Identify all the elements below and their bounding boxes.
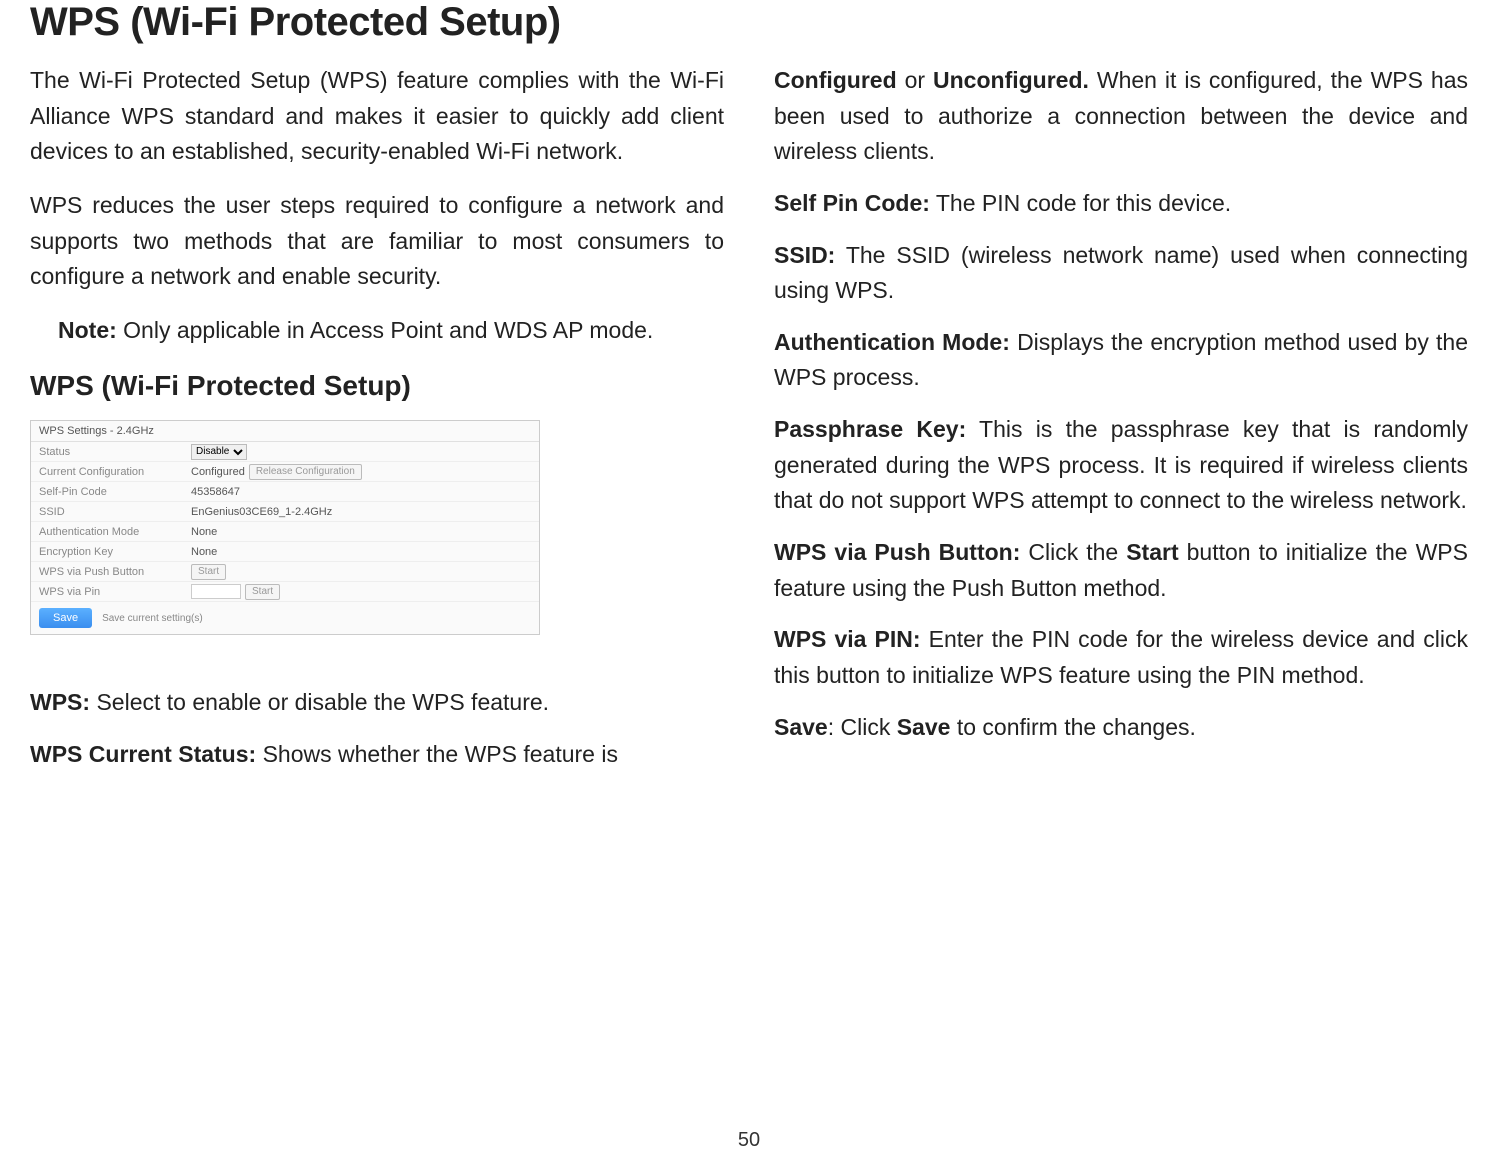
- row-ssid: SSID EnGenius03CE69_1-2.4GHz: [31, 502, 539, 522]
- ssid-label: SSID: [31, 506, 191, 518]
- def-push-button: WPS via Push Button: Click the Start but…: [774, 535, 1468, 606]
- section-heading: WPS (Wi-Fi Protected Setup): [30, 370, 724, 402]
- def-wps-label: WPS:: [30, 689, 90, 715]
- auth-mode-label: Authentication Mode: [31, 526, 191, 538]
- push-button-label: WPS via Push Button: [31, 566, 191, 578]
- left-column: The Wi-Fi Protected Setup (WPS) feature …: [30, 63, 724, 773]
- pass-label-def: Passphrase Key:: [774, 416, 966, 442]
- push-label-def: WPS via Push Button:: [774, 539, 1020, 565]
- page-number: 50: [0, 1129, 1498, 1152]
- pin-label: WPS via Pin: [31, 586, 191, 598]
- def-self-pin: Self Pin Code: The PIN code for this dev…: [774, 186, 1468, 222]
- def-status-continued: Configured or Unconfigured. When it is c…: [774, 63, 1468, 170]
- push-bold: Start: [1126, 539, 1178, 565]
- pin-input[interactable]: [191, 584, 241, 599]
- page-title: WPS (Wi-Fi Protected Setup): [30, 0, 1468, 45]
- status-cont-mid: or: [897, 67, 933, 93]
- two-column-layout: The Wi-Fi Protected Setup (WPS) feature …: [30, 63, 1468, 773]
- self-pin-value: 45358647: [191, 486, 539, 498]
- row-current-config: Current Configuration Configured Release…: [31, 462, 539, 482]
- push-start-button[interactable]: Start: [191, 564, 226, 580]
- self-pin-text-def: The PIN code for this device.: [930, 190, 1231, 216]
- def-ssid: SSID: The SSID (wireless network name) u…: [774, 238, 1468, 309]
- status-select[interactable]: Disable: [191, 444, 247, 460]
- save-text-def: to confirm the changes.: [950, 714, 1195, 740]
- row-status: Status Disable: [31, 442, 539, 462]
- ssid-value: EnGenius03CE69_1-2.4GHz: [191, 506, 539, 518]
- wps-settings-screenshot: WPS Settings - 2.4GHz Status Disable Cur…: [30, 420, 540, 635]
- enc-key-value: None: [191, 546, 539, 558]
- row-save: Save Save current setting(s): [31, 602, 539, 634]
- status-label: Status: [31, 446, 191, 458]
- self-pin-label-def: Self Pin Code:: [774, 190, 930, 216]
- row-auth-mode: Authentication Mode None: [31, 522, 539, 542]
- intro-paragraph-2: WPS reduces the user steps required to c…: [30, 188, 724, 295]
- save-bold: Save: [897, 714, 951, 740]
- save-caption: Save current setting(s): [102, 613, 203, 624]
- note-label: Note:: [58, 317, 117, 343]
- def-wps-text: Select to enable or disable the WPS feat…: [90, 689, 549, 715]
- row-push-button: WPS via Push Button Start: [31, 562, 539, 582]
- status-cont-bold1: Configured: [774, 67, 897, 93]
- current-config-label: Current Configuration: [31, 466, 191, 478]
- row-enc-key: Encryption Key None: [31, 542, 539, 562]
- ssid-text-def: The SSID (wireless network name) used wh…: [774, 242, 1468, 304]
- def-wps: WPS: Select to enable or disable the WPS…: [30, 685, 724, 721]
- row-self-pin: Self-Pin Code 45358647: [31, 482, 539, 502]
- ssid-label-def: SSID:: [774, 242, 835, 268]
- push-text-a: Click the: [1020, 539, 1126, 565]
- pin-label-def: WPS via PIN:: [774, 626, 921, 652]
- auth-label-def: Authentication Mode:: [774, 329, 1010, 355]
- def-pin: WPS via PIN: Enter the PIN code for the …: [774, 622, 1468, 693]
- pin-start-button[interactable]: Start: [245, 584, 280, 600]
- def-passphrase: Passphrase Key: This is the passphrase k…: [774, 412, 1468, 519]
- save-label-def: Save: [774, 714, 828, 740]
- current-config-value: Configured: [191, 466, 245, 478]
- screenshot-header: WPS Settings - 2.4GHz: [31, 421, 539, 442]
- def-save: Save: Click Save to confirm the changes.: [774, 710, 1468, 746]
- intro-paragraph-1: The Wi-Fi Protected Setup (WPS) feature …: [30, 63, 724, 170]
- self-pin-label: Self-Pin Code: [31, 486, 191, 498]
- save-button[interactable]: Save: [39, 608, 92, 628]
- def-wps-status: WPS Current Status: Shows whether the WP…: [30, 737, 724, 773]
- note-text: Only applicable in Access Point and WDS …: [117, 317, 654, 343]
- row-pin: WPS via Pin Start: [31, 582, 539, 602]
- enc-key-label: Encryption Key: [31, 546, 191, 558]
- status-cont-bold2: Unconfigured.: [933, 67, 1089, 93]
- def-status-text: Shows whether the WPS feature is: [256, 741, 618, 767]
- save-mid: : Click: [828, 714, 897, 740]
- right-column: Configured or Unconfigured. When it is c…: [774, 63, 1468, 773]
- def-status-label: WPS Current Status:: [30, 741, 256, 767]
- note-paragraph: Note: Only applicable in Access Point an…: [30, 313, 724, 349]
- auth-mode-value: None: [191, 526, 539, 538]
- def-auth: Authentication Mode: Displays the encryp…: [774, 325, 1468, 396]
- release-config-button[interactable]: Release Configuration: [249, 464, 362, 480]
